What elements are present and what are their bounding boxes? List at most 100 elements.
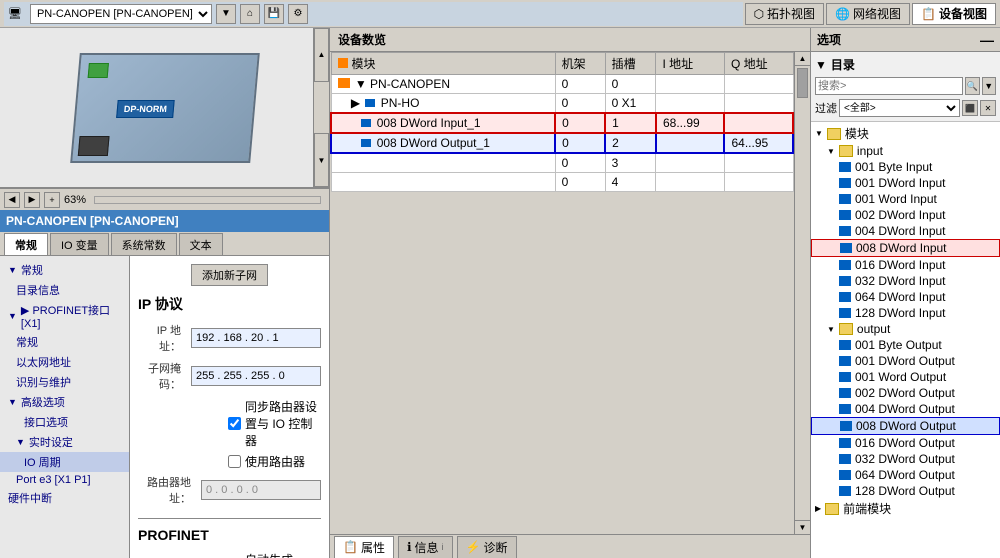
tab-general[interactable]: 常规	[4, 233, 48, 255]
nav-hw-int[interactable]: 硬件中断	[0, 488, 129, 508]
nav-io-cycle[interactable]: IO 周期	[0, 452, 129, 472]
diag-icon: ⚡	[466, 540, 481, 554]
scroll-track	[314, 82, 329, 134]
tree-item[interactable]: 001 DWord Input	[811, 175, 1000, 191]
dropdown-arrow-btn[interactable]: ▼	[216, 4, 236, 24]
props-title-bar: PN-CANOPEN [PN-CANOPEN]	[0, 210, 329, 232]
save-btn[interactable]: 💾	[264, 4, 284, 24]
tab-sys-const[interactable]: 系统常数	[111, 233, 177, 255]
nav-realtime[interactable]: ▼实时设定	[0, 432, 129, 452]
zoom-slider[interactable]	[94, 196, 321, 204]
scrollbar-down[interactable]: ▼	[795, 520, 810, 534]
tree-item[interactable]: 032 DWord Input	[811, 273, 1000, 289]
table-row[interactable]: 0 4	[331, 173, 793, 192]
tree-folder-frontend[interactable]: ▶ 前端模块	[811, 499, 1000, 518]
tab-diag[interactable]: ⚡ 诊断	[457, 536, 517, 558]
props-tabs: 常规 IO 变量 系统常数 文本	[0, 232, 329, 256]
tree-folder-input[interactable]: ▼ input	[811, 143, 1000, 159]
status-led	[87, 63, 108, 78]
tab-text[interactable]: 文本	[179, 233, 223, 255]
tree-folder-modules[interactable]: ▼ 模块	[811, 124, 1000, 143]
folder-icon	[825, 503, 839, 515]
topology-view-btn[interactable]: ⬡ 拓扑视图	[745, 3, 825, 25]
tab-properties[interactable]: 📋 属性	[334, 536, 394, 558]
sync-router-row: 同步路由器设置与 IO 控制器	[228, 398, 321, 449]
add-subnet-btn[interactable]: 添加新子网	[191, 264, 268, 286]
device-selector[interactable]: PN-CANOPEN [PN-CANOPEN]	[30, 4, 212, 24]
tree-item[interactable]: 004 DWord Input	[811, 223, 1000, 239]
search-input[interactable]	[815, 77, 963, 95]
tree-item[interactable]: 002 DWord Input	[811, 207, 1000, 223]
scrollbar-thumb[interactable]	[797, 68, 808, 98]
nav-general[interactable]: ▼常规	[0, 260, 129, 280]
table-row[interactable]: ▶ PN-HO 0 0 X1	[331, 94, 793, 114]
search-options-btn[interactable]: ▼	[982, 77, 997, 95]
device-view-btn[interactable]: 📋 设备视图	[912, 3, 996, 25]
zoom-back-btn[interactable]: ◀	[4, 192, 20, 208]
ip-input[interactable]	[191, 328, 321, 348]
tree-item[interactable]: 032 DWord Output	[811, 451, 1000, 467]
nav-pn-general[interactable]: 常规	[0, 332, 129, 352]
tree-item-008-dword-input[interactable]: 008 DWord Input	[811, 239, 1000, 257]
tree-item[interactable]: 064 DWord Input	[811, 289, 1000, 305]
tree-item[interactable]: 128 DWord Input	[811, 305, 1000, 321]
nav-profinet-header[interactable]: ▼▶ PROFINET接口 [X1]	[0, 300, 129, 332]
module-icon	[839, 308, 851, 318]
tree-item[interactable]: 016 DWord Output	[811, 435, 1000, 451]
overview-title-text: 设备数览	[338, 31, 386, 48]
scroll-down-arrow[interactable]: ▼	[314, 133, 329, 187]
nav-dir-info[interactable]: 目录信息	[0, 280, 129, 300]
tree-item[interactable]: 001 Word Input	[811, 191, 1000, 207]
nav-iface-opts[interactable]: 接口选项	[0, 412, 129, 432]
nav-port-e3[interactable]: Port e3 [X1 P1]	[0, 472, 129, 488]
sync-router-checkbox[interactable]	[228, 417, 241, 430]
ip-section-title: IP 协议	[138, 294, 321, 314]
config-btn[interactable]: ⚙	[288, 4, 308, 24]
tree-item[interactable]: 001 Word Output	[811, 369, 1000, 385]
tab-info[interactable]: ℹ 信息 i	[398, 536, 453, 558]
network-view-btn[interactable]: 🌐 网络视图	[826, 3, 910, 25]
search-btn[interactable]: 🔍	[965, 77, 980, 95]
table-row[interactable]: ▼ PN-CANOPEN 0 0	[331, 75, 793, 94]
filter-close-btn[interactable]: ✕	[980, 100, 996, 116]
nav-id-maint[interactable]: 识别与维护	[0, 372, 129, 392]
tree-item[interactable]: 001 Byte Input	[811, 159, 1000, 175]
tree-item-008-dword-output[interactable]: 008 DWord Output	[811, 417, 1000, 435]
tree-item[interactable]: 016 DWord Input	[811, 257, 1000, 273]
zoom-in-btn[interactable]: +	[44, 192, 60, 208]
right-panel: 选项 — ▼ 目录 🔍 ▼ 过滤 <全部> ⬛ ✕	[810, 28, 1000, 558]
close-panel-btn[interactable]: —	[980, 33, 994, 47]
home-btn[interactable]: ⌂	[240, 4, 260, 24]
scrollbar-up[interactable]: ▲	[795, 52, 810, 66]
nav-advanced[interactable]: ▼高级选项	[0, 392, 129, 412]
table-row-input[interactable]: 008 DWord Input_1 0 1 68...99	[331, 113, 793, 133]
props-title: PN-CANOPEN [PN-CANOPEN]	[6, 214, 179, 228]
tree-item[interactable]: 064 DWord Output	[811, 467, 1000, 483]
table-scroll-area[interactable]: 模块 机架 插槽 I 地址 Q 地址 ▼ PN-CANOPEN	[330, 52, 794, 534]
tree-item[interactable]: 001 Byte Output	[811, 337, 1000, 353]
nav-eth-addr[interactable]: 以太网地址	[0, 352, 129, 372]
device-visual: DP-NORM	[65, 43, 265, 173]
subnet-input[interactable]	[191, 366, 321, 386]
tree-folder-output[interactable]: ▼ output	[811, 321, 1000, 337]
tab-io-vars[interactable]: IO 变量	[50, 233, 109, 255]
tree-item[interactable]: 004 DWord Output	[811, 401, 1000, 417]
props-panel: PN-CANOPEN [PN-CANOPEN] 常规 IO 变量 系统常数 文本…	[0, 210, 329, 558]
subnet-label: 子网掩码：	[138, 360, 187, 392]
scroll-up-arrow[interactable]: ▲	[314, 28, 329, 82]
profinet-section: PROFINET 自动生成 PROFINET 设备名称 PROFINET 设备名…	[138, 518, 321, 558]
use-router-checkbox[interactable]	[228, 455, 241, 468]
overview-table: 模块 机架 插槽 I 地址 Q 地址 ▼ PN-CANOPEN	[330, 52, 794, 192]
tree-item[interactable]: 128 DWord Output	[811, 483, 1000, 499]
zoom-forward-btn[interactable]: ▶	[24, 192, 40, 208]
tree-item[interactable]: 002 DWord Output	[811, 385, 1000, 401]
module-icon	[839, 470, 851, 480]
tree-item[interactable]: 001 DWord Output	[811, 353, 1000, 369]
router-input[interactable]	[201, 480, 321, 500]
filter-select[interactable]: <全部>	[839, 99, 960, 117]
table-row[interactable]: 0 3	[331, 153, 793, 173]
table-row-output[interactable]: 008 DWord Output_1 0 2 64...95	[331, 133, 793, 153]
folder-icon	[827, 128, 841, 140]
table-scrollbar[interactable]: ▲ ▼	[794, 52, 810, 534]
filter-expand-btn[interactable]: ⬛	[962, 100, 978, 116]
